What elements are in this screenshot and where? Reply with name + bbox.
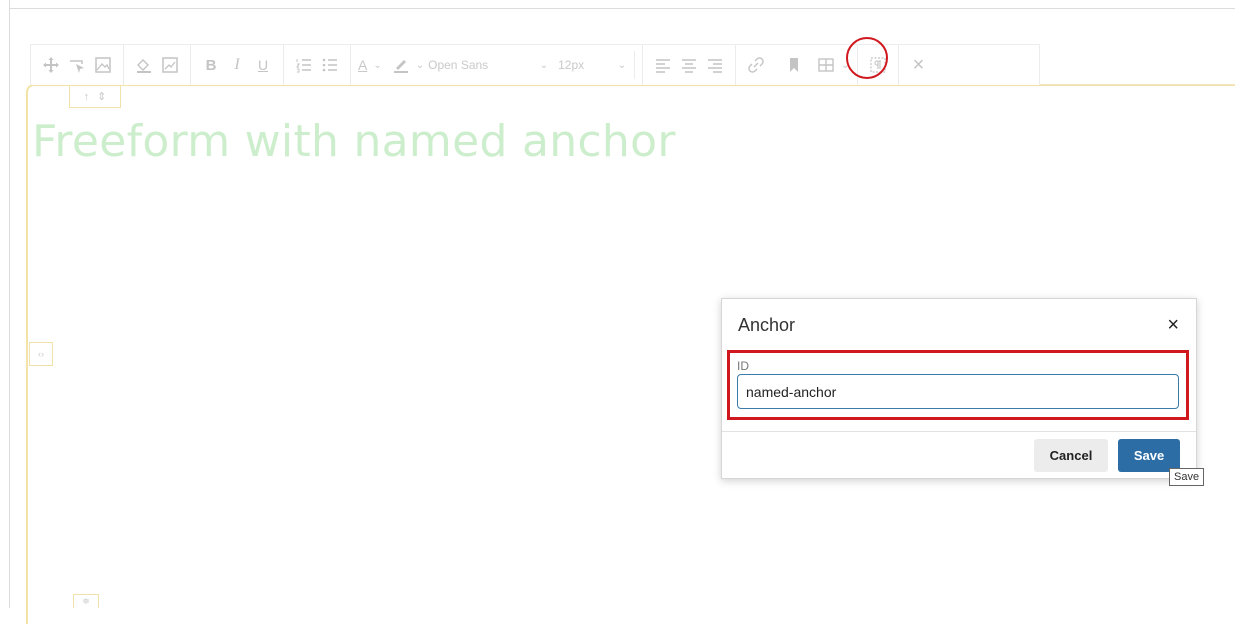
show-blocks-icon[interactable] (865, 51, 891, 79)
font-family-select[interactable]: Open Sans ⌄ (424, 51, 548, 79)
save-tooltip: Save (1169, 468, 1205, 486)
toolbar-group-color: A ⌄ ⌄ Open Sans ⌄ 12px ⌄ (351, 45, 644, 85)
align-left-icon[interactable] (650, 51, 676, 79)
font-size-select[interactable]: 12px ⌄ (548, 51, 636, 79)
toolbar-group-align (643, 45, 737, 85)
page-heading: Freeform with named anchor (32, 116, 676, 167)
toolbar-group-close: × (899, 45, 939, 85)
bulleted-list-icon[interactable] (317, 51, 343, 79)
select-parent-icon[interactable] (64, 51, 90, 79)
underline-button[interactable]: U (250, 51, 276, 79)
chevron-down-icon: ⌄ (841, 59, 850, 71)
cancel-button[interactable]: Cancel (1034, 439, 1108, 472)
chevron-down-icon: ⌄ (373, 59, 382, 71)
highlighter-icon (393, 60, 408, 73)
move-icon[interactable] (38, 51, 64, 79)
id-input[interactable] (737, 374, 1179, 409)
text-color-icon: A (358, 57, 368, 73)
page-border-left (9, 0, 10, 608)
side-resize-handle[interactable]: ‹› (29, 342, 53, 366)
paint-bucket-icon[interactable] (131, 51, 157, 79)
background-image-icon[interactable] (157, 51, 183, 79)
dialog-title: Anchor (738, 315, 796, 335)
close-icon[interactable]: × (1167, 315, 1179, 335)
dialog-divider (722, 431, 1196, 432)
ordered-list-icon[interactable] (291, 51, 317, 79)
arrow-up-icon[interactable]: ↑ (84, 91, 90, 103)
anchor-dialog: Anchor × ID Cancel Save (721, 298, 1197, 479)
highlight-color-dropdown[interactable]: ⌄ (392, 51, 424, 79)
align-right-icon[interactable] (702, 51, 728, 79)
toolbar-group-block (31, 45, 124, 85)
bottom-handle[interactable]: ≑ (73, 594, 99, 608)
bookmark-icon[interactable] (781, 51, 807, 79)
drag-handle-icon[interactable]: ⇕ (97, 90, 106, 103)
image-icon[interactable] (90, 51, 116, 79)
align-center-icon[interactable] (676, 51, 702, 79)
toolbar-group-lists (284, 45, 351, 85)
font-size-value: 12px (558, 58, 585, 72)
italic-button[interactable]: I (224, 51, 250, 79)
chevron-down-icon: ⌄ (539, 59, 549, 71)
font-family-value: Open Sans (428, 58, 489, 72)
chevron-down-icon: ⌄ (617, 59, 627, 71)
close-toolbar-button[interactable]: × (906, 51, 932, 79)
text-color-dropdown[interactable]: A ⌄ (358, 51, 382, 79)
editor-toolbar: B I U A ⌄ ⌄ Open Sans ⌄ 12px ⌄ ⌄ × (30, 44, 1040, 85)
toolbar-underline (1040, 84, 1235, 85)
id-field-label: ID (737, 359, 749, 373)
toolbar-group-style (124, 45, 191, 85)
table-icon (818, 58, 834, 72)
block-move-tab[interactable]: ↑ ⇕ (69, 86, 121, 108)
toolbar-group-insert: ⌄ (736, 45, 858, 85)
toolbar-group-blocks (858, 45, 899, 85)
chevron-down-icon: ⌄ (415, 59, 425, 71)
table-dropdown[interactable]: ⌄ (817, 51, 850, 79)
page-border-top (9, 8, 1235, 9)
bold-button[interactable]: B (198, 51, 224, 79)
toolbar-group-format: B I U (191, 45, 284, 85)
link-icon[interactable] (743, 51, 769, 79)
